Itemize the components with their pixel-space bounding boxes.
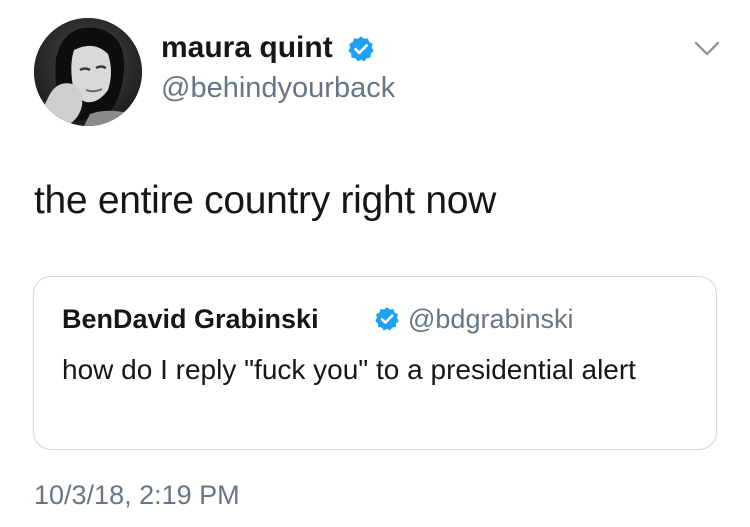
chevron-down-icon[interactable] [694, 40, 720, 58]
quoted-author-handle: @bdgrabinski [408, 304, 574, 334]
tweet-text: the entire country right now [34, 179, 497, 222]
tweet-card: maura quint @behindyourback the entire c… [0, 0, 750, 527]
avatar-photo [34, 18, 142, 126]
author-display-name[interactable]: maura quint [161, 30, 333, 66]
verified-badge-icon [348, 36, 374, 62]
tweet-timestamp[interactable]: 10/3/18, 2:19 PM [34, 479, 240, 511]
quoted-tweet-text: how do I reply "fuck you" to a president… [62, 354, 636, 385]
avatar[interactable] [34, 18, 142, 126]
quoted-author-display-name: BenDavid Grabinski [62, 304, 319, 334]
author-handle[interactable]: @behindyourback [161, 71, 395, 105]
verified-badge-icon [375, 307, 399, 331]
quoted-tweet[interactable]: BenDavid Grabinski @bdgrabinski how do I… [33, 276, 717, 450]
